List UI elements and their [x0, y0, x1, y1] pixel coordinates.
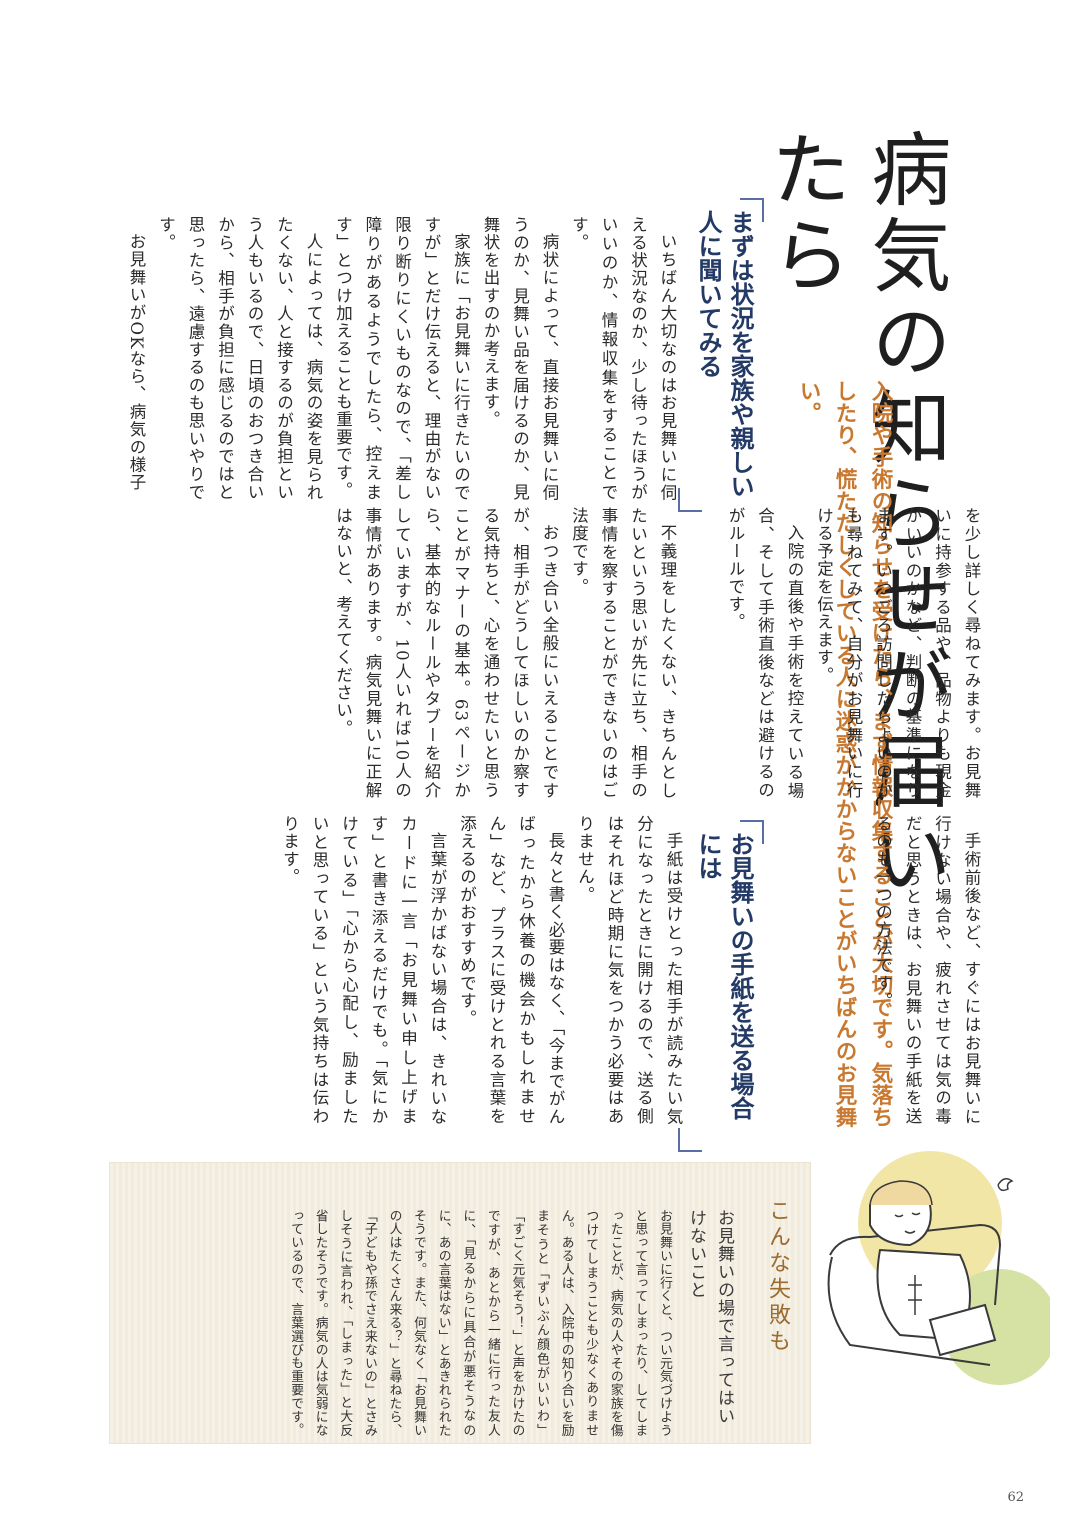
page-number: 62: [1007, 1490, 1024, 1505]
paragraph: 不義理をしたくない、きちんとしたいという思いが先に立ち、相手の事情を察することが…: [569, 507, 678, 799]
section2-heading-text: お見舞いの手紙を送る場合には: [694, 832, 754, 1120]
section1-body-continued-a: を少し詳しく尋ねてみます。お見舞いに持参する品や、品物よりも現金がいいのかなど、…: [726, 507, 986, 799]
paragraph: 人によっては、病気の姿を見られたくない、人と接するのが負担という人もいるので、日…: [156, 216, 324, 501]
sidebox-text: お見舞いに行くと、つい元気づけようと思って言ってしまったり、してしまったことが、…: [288, 1209, 672, 1437]
paragraph: 手紙は受けとった相手が読みたい気分になったときに開けるので、送る側はそれほど時期…: [575, 815, 684, 1125]
sidebox: こんな失敗も お見舞いの場で言ってはいけないこと お見舞いに行くと、つい元気づけ…: [110, 1163, 810, 1443]
paragraph: おつき合い全般にいえることですが、相手がどうしてほしいのか察する気持ちと、心を通…: [333, 507, 560, 799]
bracket-top-right: [740, 198, 764, 222]
paragraph: を少し詳しく尋ねてみます。お見舞いに持参する品や、品物よりも現金がいいのかなど、…: [814, 507, 982, 799]
sidebox-subheading: お見舞いの場で言ってはいけないこと: [686, 1209, 734, 1425]
section1-heading: まずは状況を家族や親しい人に聞いてみる: [678, 198, 764, 512]
section2-body-b: 手紙は受けとった相手が読みたい気分になったときに開けるので、送る側はそれほど時期…: [281, 815, 688, 1125]
paragraph: 入院の直後や手術を控えている場合、そして手術直後などは避けるのがルールです。: [726, 507, 804, 799]
bird-icon: [997, 1178, 1014, 1192]
sidebox-heading: こんな失敗も: [765, 1199, 790, 1355]
section1-body-continued-b: 不義理をしたくない、きちんとしたいという思いが先に立ち、相手の事情を察することが…: [334, 507, 682, 799]
section1-body: いちばん大切なのはお見舞いに伺える状況なのか、少し待ったほうがいいのか、情報収集…: [127, 216, 682, 501]
paragraph: いちばん大切なのはお見舞いに伺える状況なのか、少し待ったほうがいいのか、情報収集…: [569, 216, 678, 501]
paragraph: 長々と書く必要はなく、「今までがんばったから休養の機会かもしれません」など、プラ…: [457, 815, 566, 1125]
patient-illustration: [827, 1151, 1050, 1385]
section2-heading: お見舞いの手紙を送る場合には: [678, 820, 764, 1152]
bracket-bottom-left: [678, 1128, 702, 1152]
section1-heading-text: まずは状況を家族や親しい人に聞いてみる: [694, 210, 754, 498]
paragraph: 手術前後など、すぐにはお見舞いに行けない場合や、疲れさせては気の毒だと思うときは…: [873, 815, 982, 1125]
paragraph: 病状によって、直接お見舞いに伺うのか、見舞い品を届けるのか、見舞状を出すのか考え…: [481, 216, 559, 501]
paragraph: 言葉が浮かばない場合は、きれいなカードに一言「お見舞い申し上げます」と書き添える…: [280, 815, 448, 1125]
paragraph: お見舞いがOKなら、病気の様子: [127, 232, 146, 491]
bracket-top-right: [740, 820, 764, 844]
paragraph: 家族に「お見舞いに行きたいのですが」とだけ伝えると、理由がない限り断りにくいもの…: [333, 216, 471, 501]
section2-body-a: 手術前後など、すぐにはお見舞いに行けない場合や、疲れさせては気の毒だと思うときは…: [776, 815, 986, 1125]
